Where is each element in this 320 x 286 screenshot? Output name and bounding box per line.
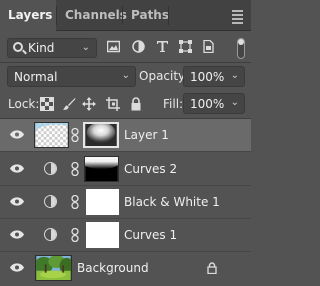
eye-visibility-icon[interactable] [10,197,24,206]
blend-mode-dropdown[interactable]: Normal ⌄ [7,66,136,87]
eye-visibility-icon[interactable] [10,130,24,139]
opacity-field[interactable]: 100% ⌄ [183,66,245,87]
search-icon [13,42,23,52]
filter-kind-dropdown[interactable]: Kind ⌄ [7,38,97,58]
mask-link-chain-icon[interactable] [71,228,79,242]
layer-name: Black & White 1 [124,195,220,209]
eye-visibility-icon[interactable] [10,263,24,272]
mask-link-chain-icon[interactable] [71,162,79,176]
chevron-down-icon: ⌄ [121,70,130,81]
chevron-down-icon: ⌄ [230,97,239,108]
layer-row-background[interactable]: Background [0,252,251,285]
filter-kind-label: Kind [28,41,55,55]
lock-image-pixels-brush-icon[interactable] [62,97,76,111]
lock-row: Lock: Fill: 100% ⌄ [0,93,251,116]
chevron-down-icon: ⌄ [230,70,239,81]
adjustment-filter-icon[interactable] [132,40,145,53]
layer-mask-thumbnail[interactable] [83,122,119,148]
opacity-value: 100% [190,70,225,84]
layer-row-curves-2[interactable]: Curves 2 [0,153,251,186]
layer-name: Layer 1 [124,128,169,142]
opacity-label: Opacity: [139,69,189,83]
tab-layers[interactable]: Layers [0,0,56,32]
filter-toggle-switch[interactable] [237,38,245,59]
layer-row-black-white-1[interactable]: Black & White 1 [0,186,251,219]
layer-name: Curves 2 [124,162,178,176]
lock-position-move-icon[interactable] [82,97,96,111]
blend-row: Normal ⌄ Opacity: 100% ⌄ [0,65,251,89]
layer-row-curves-1[interactable]: Curves 1 [0,219,251,252]
fill-field[interactable]: 100% ⌄ [183,93,245,114]
smart-object-filter-icon[interactable] [202,40,215,53]
layer-lock-icon[interactable] [207,262,217,274]
eye-visibility-icon[interactable] [10,164,24,173]
layer-name: Background [77,261,149,275]
background-thumbnail [35,255,72,281]
lock-label: Lock: [8,97,40,111]
fill-label: Fill: [163,97,184,111]
lock-artboard-nesting-icon[interactable] [106,97,120,111]
eye-visibility-icon[interactable] [10,230,24,239]
adjustment-layer-icon [44,162,57,175]
layer-filter-row: Kind ⌄ [0,36,251,61]
adjustment-layer-icon [44,195,57,208]
panel-tab-bar: Layers Channels Paths [0,0,251,32]
image-filter-icon[interactable] [107,40,120,53]
layer-row-layer-1[interactable]: Layer 1 [0,119,251,152]
panel-menu-icon[interactable] [232,10,243,26]
layer-thumbnail [34,122,69,148]
mask-link-chain-icon[interactable] [71,128,79,142]
chevron-down-icon: ⌄ [81,42,90,53]
blend-mode-value: Normal [14,70,58,84]
lock-all-icon[interactable] [129,97,143,111]
layer-mask-thumbnail[interactable] [84,156,119,182]
adjustment-layer-icon [44,228,57,241]
fill-value: 100% [190,97,225,111]
shape-filter-icon[interactable] [179,40,192,53]
layer-name: Curves 1 [124,228,178,242]
layer-mask-thumbnail[interactable] [86,222,119,248]
layers-panel: Layers Channels Paths Kind ⌄ Normal ⌄ Op… [0,0,251,286]
type-filter-icon[interactable] [156,40,169,53]
lock-transparent-pixels-icon[interactable] [40,97,54,111]
mask-link-chain-icon[interactable] [71,195,79,209]
layer-mask-thumbnail[interactable] [86,189,119,215]
